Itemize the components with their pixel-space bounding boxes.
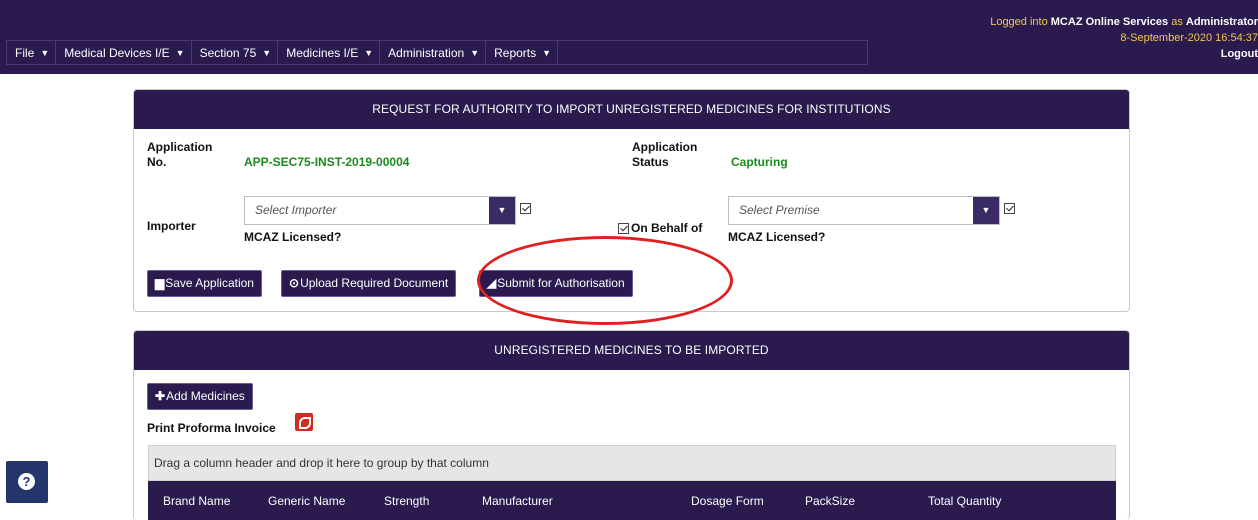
label-line: Status [632, 155, 669, 169]
label-line: Application [147, 140, 213, 154]
upload-document-button[interactable]: ⊙Upload Required Document [281, 270, 457, 297]
caret-down-icon: ▼ [40, 47, 50, 58]
menu-label: Medicines I/E [286, 45, 359, 60]
caret-down-icon: ▼ [262, 47, 272, 58]
label-line: No. [147, 155, 167, 169]
importer-placeholder: Select Importer [255, 203, 337, 217]
application-status-value: Capturing [731, 155, 788, 169]
button-label: Save Application [165, 276, 254, 290]
on-behalf-checkbox[interactable] [618, 223, 629, 234]
importer-label: Importer [147, 219, 196, 233]
application-no-label: Application No. [147, 140, 212, 170]
upload-icon: ⊙ [289, 276, 300, 290]
caret-down-icon: ▼ [364, 47, 374, 58]
save-icon: ▆ [155, 276, 165, 290]
medicines-panel: UNREGISTERED MEDICINES TO BE IMPORTED ✚A… [133, 330, 1130, 520]
medicines-panel-title: UNREGISTERED MEDICINES TO BE IMPORTED [134, 331, 1129, 370]
column-header[interactable]: Manufacturer [482, 494, 553, 508]
login-datetime: 8-September-2020 16:54:37 [1120, 32, 1258, 44]
logout-link[interactable]: Logout [990, 46, 1258, 62]
print-proforma-label: Print Proforma Invoice [147, 421, 276, 435]
column-header[interactable]: PackSize [805, 494, 855, 508]
add-medicines-button[interactable]: ✚Add Medicines [147, 383, 253, 410]
menu-label: Section 75 [199, 45, 257, 60]
caret-down-icon: ▼ [542, 47, 552, 58]
button-label: Add Medicines [166, 389, 245, 403]
column-header[interactable]: Total Quantity [928, 494, 1001, 508]
menu-section-75[interactable]: Section 75 ▼ [192, 41, 279, 64]
login-as: as [1168, 16, 1186, 28]
column-header[interactable]: Brand Name [163, 494, 230, 508]
main-menu: File ▼ Medical Devices I/E ▼ Section 75 ▼ M… [6, 40, 868, 65]
login-service: MCAZ Online Services [1050, 16, 1169, 28]
caret-down-icon: ▼ [175, 47, 185, 58]
grid-header: Brand Name Generic Name Strength Manufac… [148, 481, 1116, 520]
on-behalf-label: On Behalf of [631, 221, 703, 235]
menu-administration[interactable]: Administration ▼ [380, 41, 487, 64]
help-icon: ? [18, 473, 35, 490]
premise-licensed-label: MCAZ Licensed? [728, 230, 826, 244]
premise-licensed-checkbox[interactable] [1004, 203, 1015, 214]
importer-licensed-checkbox[interactable] [520, 203, 531, 214]
menu-medicines[interactable]: Medicines I/E ▼ [278, 41, 381, 64]
column-header[interactable]: Dosage Form [691, 494, 764, 508]
plus-icon: ✚ [155, 389, 166, 403]
group-by-area[interactable]: Drag a column header and drop it here to… [148, 445, 1116, 481]
premise-select[interactable]: Select Premise ▼ [728, 196, 1000, 225]
login-prefix: Logged into [990, 16, 1051, 28]
menu-label: File [15, 45, 35, 60]
pdf-icon[interactable] [295, 413, 313, 431]
menu-label: Administration [388, 45, 465, 60]
menu-file[interactable]: File ▼ [7, 41, 57, 64]
menu-label: Medical Devices I/E [64, 45, 170, 60]
login-user: Administrator [1185, 16, 1258, 28]
application-no-value: APP-SEC75-INST-2019-00004 [244, 155, 410, 169]
label-line: Application [632, 140, 698, 154]
login-line: Logged into MCAZ Online Services as Admi… [990, 14, 1258, 30]
top-banner: File ▼ Medical Devices I/E ▼ Section 75 ▼ M… [0, 0, 1258, 74]
menu-reports[interactable]: Reports ▼ [486, 41, 559, 64]
help-button[interactable]: ? [6, 461, 48, 503]
premise-placeholder: Select Premise [739, 203, 820, 217]
button-label: Upload Required Document [300, 276, 449, 290]
caret-down-icon: ▼ [973, 197, 999, 224]
annotation-ellipse [477, 236, 733, 325]
column-header[interactable]: Strength [384, 494, 429, 508]
menu-label: Reports [494, 45, 537, 60]
importer-select[interactable]: Select Importer ▼ [244, 196, 516, 225]
menu-medical-devices[interactable]: Medical Devices I/E ▼ [56, 41, 192, 64]
application-panel-title: REQUEST FOR AUTHORITY TO IMPORT UNREGIST… [134, 90, 1129, 129]
login-info: Logged into MCAZ Online Services as Admi… [990, 14, 1258, 62]
application-status-label: Application Status [632, 140, 697, 170]
caret-down-icon: ▼ [489, 197, 515, 224]
save-application-button[interactable]: ▆Save Application [147, 270, 262, 297]
caret-down-icon: ▼ [470, 47, 480, 58]
importer-licensed-label: MCAZ Licensed? [244, 230, 342, 244]
column-header[interactable]: Generic Name [268, 494, 345, 508]
